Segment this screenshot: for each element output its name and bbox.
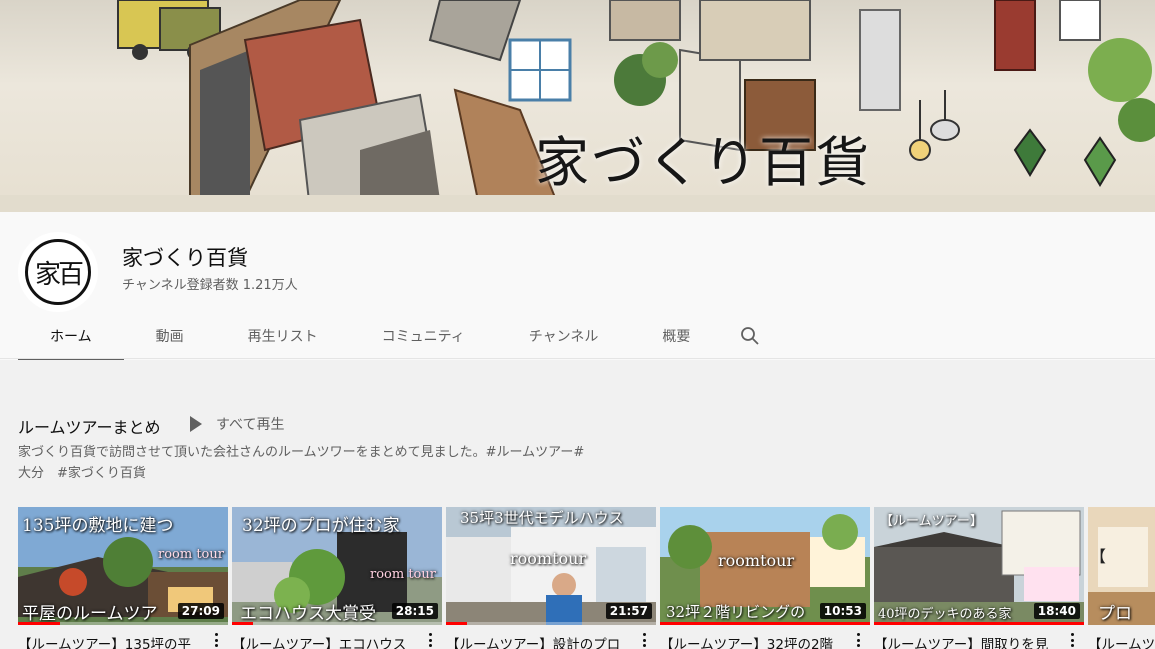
- video-thumbnail[interactable]: 【ルームツアー】 40坪のデッキのある家 18:40: [874, 507, 1084, 625]
- thumbnail-caption-top: 135坪の敷地に建つ: [22, 516, 174, 536]
- video-menu-button[interactable]: [638, 631, 650, 649]
- kebab-dot: [856, 638, 860, 642]
- watch-progress: [874, 622, 1084, 625]
- video-card[interactable]: 【 プロ 【ルームツ: [1088, 507, 1155, 649]
- watch-progress-fill: [446, 622, 467, 625]
- thumbnail-caption-bottom: エコハウス大賞受: [240, 604, 376, 624]
- shelf-description-line: 家づくり百貨で訪問させて頂いた会社さんのルームツワーをまとめて見ました。#ルーム…: [18, 445, 585, 460]
- video-menu-button[interactable]: [424, 631, 436, 649]
- video-shelf: 135坪の敷地に建つ room tour 平屋のルームツア 27:09 【ルーム…: [18, 507, 1155, 649]
- play-icon: [190, 416, 202, 432]
- watch-progress-fill: [232, 622, 253, 625]
- play-all-label: すべて再生: [216, 417, 285, 433]
- channel-avatar[interactable]: 家百: [18, 232, 98, 312]
- tab-search[interactable]: [722, 314, 780, 358]
- tab-channels[interactable]: チャンネル: [497, 314, 631, 358]
- kebab-dot: [214, 644, 218, 647]
- thumbnail-caption-top: 32坪のプロが住む家: [242, 516, 400, 536]
- watch-progress-fill: [660, 622, 870, 625]
- tab-community[interactable]: コミュニティ: [350, 314, 497, 358]
- video-card[interactable]: 135坪の敷地に建つ room tour 平屋のルームツア 27:09 【ルーム…: [18, 507, 228, 649]
- video-card[interactable]: roomtour 32坪２階リビングの 10:53 【ルームツアー】32坪の2階: [660, 507, 870, 649]
- kebab-dot: [856, 644, 860, 647]
- kebab-dot: [856, 633, 860, 636]
- thumbnail-caption-tag: room tour: [370, 567, 436, 582]
- video-card[interactable]: 35坪3世代モデルハウス roomtour 21:57 【ルームツアー】設計のプ…: [446, 507, 656, 649]
- avatar-logo: 家百: [25, 239, 91, 305]
- shelf-description-line: 大分 #家づくり百貨: [18, 466, 146, 481]
- thumbnail-caption-bottom: プロ: [1098, 604, 1132, 624]
- kebab-dot: [1070, 644, 1074, 647]
- tabs-divider: [0, 358, 1155, 359]
- tab-about[interactable]: 概要: [630, 314, 722, 358]
- thumbnail-caption-bottom: 32坪２階リビングの: [666, 603, 806, 621]
- video-thumbnail[interactable]: 32坪のプロが住む家 room tour エコハウス大賞受 28:15: [232, 507, 442, 625]
- video-menu-button[interactable]: [210, 631, 222, 649]
- subscriber-count: チャンネル登録者数 1.21万人: [122, 278, 298, 293]
- kebab-dot: [642, 638, 646, 642]
- kebab-dot: [428, 644, 432, 647]
- tab-videos[interactable]: 動画: [124, 314, 216, 358]
- tab-home[interactable]: ホーム: [18, 314, 124, 360]
- video-duration: 21:57: [605, 603, 652, 619]
- kebab-dot: [642, 633, 646, 636]
- thumbnail-caption-top: 35坪3世代モデルハウス: [460, 509, 624, 527]
- play-all-button[interactable]: すべて再生: [190, 414, 284, 434]
- watch-progress: [660, 622, 870, 625]
- channel-name: 家づくり百貨: [122, 246, 248, 270]
- kebab-dot: [642, 644, 646, 647]
- kebab-dot: [214, 633, 218, 636]
- video-duration: 27:09: [177, 603, 224, 619]
- video-thumbnail[interactable]: 135坪の敷地に建つ room tour 平屋のルームツア 27:09: [18, 507, 228, 625]
- search-icon: [741, 327, 759, 345]
- thumbnail-caption-top: 【ルームツアー】: [880, 514, 983, 529]
- channel-tabs: ホーム 動画 再生リスト コミュニティ チャンネル 概要: [18, 314, 780, 360]
- kebab-dot: [1070, 638, 1074, 642]
- kebab-dot: [428, 638, 432, 642]
- video-thumbnail[interactable]: 【 プロ: [1088, 507, 1155, 625]
- thumbnail-caption-bottom: 平屋のルームツア: [22, 604, 158, 624]
- thumbnail-caption-top: 【: [1090, 547, 1107, 566]
- shelf-title[interactable]: ルームツアーまとめ: [18, 414, 161, 438]
- kebab-dot: [1070, 633, 1074, 636]
- watch-progress: [18, 622, 228, 625]
- video-card[interactable]: 32坪のプロが住む家 room tour エコハウス大賞受 28:15 【ルーム…: [232, 507, 442, 649]
- watch-progress-fill: [874, 622, 1084, 625]
- thumbnail-caption-tag: room tour: [158, 547, 224, 562]
- kebab-dot: [428, 633, 432, 636]
- video-card[interactable]: 【ルームツアー】 40坪のデッキのある家 18:40 【ルームツアー】間取りを見: [874, 507, 1084, 649]
- thumbnail-caption-bottom: 40坪のデッキのある家: [878, 607, 1012, 622]
- youtube-channel-page: 家づくり百貨 家百 家づくり百貨 チャンネル登録者数 1.21万人 ホーム 動画…: [0, 0, 1155, 649]
- video-title[interactable]: 【ルームツ: [1088, 633, 1155, 649]
- channel-header: 家百 家づくり百貨 チャンネル登録者数 1.21万人 ホーム 動画 再生リスト …: [0, 212, 1155, 360]
- video-title[interactable]: 【ルームツアー】エコハウス: [232, 633, 412, 649]
- video-menu-button[interactable]: [852, 631, 864, 649]
- video-duration: 28:15: [391, 603, 438, 619]
- tab-playlists[interactable]: 再生リスト: [216, 314, 350, 358]
- kebab-dot: [214, 638, 218, 642]
- video-title[interactable]: 【ルームツアー】32坪の2階: [660, 633, 840, 649]
- video-thumbnail[interactable]: 35坪3世代モデルハウス roomtour 21:57: [446, 507, 656, 625]
- watch-progress-fill: [18, 622, 60, 625]
- banner-title: 家づくり百貨: [535, 131, 871, 194]
- watch-progress: [232, 622, 442, 625]
- video-menu-button[interactable]: [1066, 631, 1078, 649]
- video-title[interactable]: 【ルームツアー】設計のプロ: [446, 633, 626, 649]
- video-title[interactable]: 【ルームツアー】間取りを見: [874, 633, 1054, 649]
- thumbnail-caption-tag: roomtour: [718, 551, 795, 570]
- video-thumbnail[interactable]: roomtour 32坪２階リビングの 10:53: [660, 507, 870, 625]
- home-content: ルームツアーまとめ すべて再生 家づくり百貨で訪問させて頂いた会社さんのルームツ…: [0, 360, 1155, 649]
- shelf-description: 家づくり百貨で訪問させて頂いた会社さんのルームツワーをまとめて見ました。#ルーム…: [18, 442, 638, 484]
- thumbnail-caption-tag: roomtour: [510, 549, 587, 568]
- watch-progress: [446, 622, 656, 625]
- video-duration: 18:40: [1033, 603, 1080, 619]
- video-title[interactable]: 【ルームツアー】135坪の平: [18, 633, 198, 649]
- channel-banner: 家づくり百貨: [0, 0, 1155, 212]
- video-duration: 10:53: [819, 603, 866, 619]
